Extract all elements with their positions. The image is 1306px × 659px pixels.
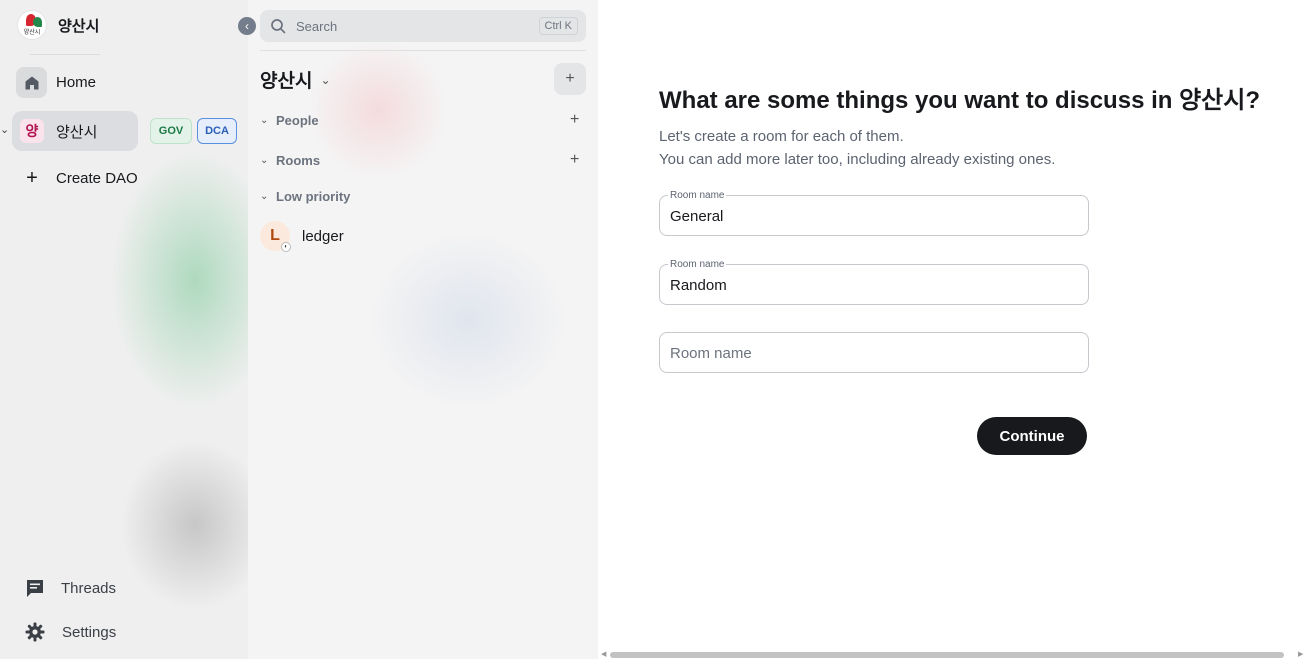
main-content: What are some things you want to discuss…	[598, 0, 1306, 659]
brand-name: 양산시	[58, 17, 100, 35]
gov-badge[interactable]: GOV	[150, 118, 192, 144]
background-blur	[120, 440, 248, 610]
search-label: Search	[296, 18, 338, 34]
brand-logo: 양산시	[17, 10, 47, 40]
space-menu-button[interactable]: 양산시 ⌄	[260, 66, 331, 93]
field-legend: Room name	[668, 190, 727, 201]
chevron-down-icon: ⌄	[260, 191, 269, 202]
sidebar-item-home[interactable]: Home	[16, 67, 96, 98]
divider	[30, 54, 100, 55]
space-name: 양산시	[56, 123, 98, 141]
background-blur	[110, 150, 248, 410]
section-low-priority-label: Low priority	[276, 189, 351, 204]
background-blur	[368, 230, 568, 410]
room-list-panel: Search Ctrl K 양산시 ⌄ + ⌄ People + ⌄ Rooms…	[248, 0, 598, 659]
brand-logo-caption: 양산시	[23, 30, 41, 36]
field-placeholder: Room name	[670, 345, 752, 362]
scroll-right-arrow[interactable]: ▶	[1298, 650, 1303, 658]
sidebar-item-space[interactable]: 양 양산시	[12, 111, 138, 151]
space-panel: 양산시 양산시 Home ⌄ 양 양산시 GOV DCA + Create DA…	[0, 0, 248, 659]
room-name: ledger	[302, 227, 344, 245]
field-value: Random	[670, 277, 727, 294]
chevron-left-icon[interactable]: ‹	[238, 17, 256, 35]
dca-badge[interactable]: DCA	[197, 118, 237, 144]
room-name-field[interactable]: Room name Random	[659, 259, 1089, 305]
avatar-letter: L	[270, 227, 280, 244]
field-legend: Room name	[668, 259, 727, 270]
list-item[interactable]: L ◐ ledger	[260, 221, 344, 252]
gear-icon	[24, 621, 46, 643]
continue-button[interactable]: Continue	[977, 417, 1087, 455]
section-rooms-label: Rooms	[276, 153, 321, 168]
space-avatar: 양	[20, 119, 44, 143]
avatar: L ◐	[260, 221, 291, 252]
room-name-field[interactable]: Room name General	[659, 190, 1089, 236]
threads-icon	[24, 577, 46, 599]
scroll-left-arrow[interactable]: ◀	[601, 650, 606, 658]
description-line: You can add more later too, including al…	[659, 151, 1056, 168]
section-rooms[interactable]: ⌄ Rooms	[260, 153, 320, 168]
room-name-field[interactable]: Room name	[659, 332, 1089, 373]
create-dao-label: Create DAO	[56, 169, 138, 187]
settings-label: Settings	[62, 623, 117, 641]
chevron-down-icon: ⌄	[260, 155, 269, 166]
section-people-label: People	[276, 113, 319, 128]
divider	[260, 50, 586, 51]
logo-petal-green	[33, 17, 42, 27]
add-person-button[interactable]: +	[570, 111, 579, 129]
page-title: What are some things you want to discuss…	[659, 87, 1260, 114]
scrollbar-thumb[interactable]	[610, 652, 1284, 658]
description-line: Let's create a room for each of them.	[659, 128, 904, 145]
search-icon	[270, 18, 286, 34]
brand-header[interactable]: 양산시 양산시	[17, 10, 99, 40]
chevron-down-icon[interactable]: ⌄	[0, 123, 9, 136]
section-low-priority[interactable]: ⌄ Low priority	[260, 189, 350, 204]
sidebar-item-settings[interactable]: Settings	[24, 621, 116, 643]
plus-icon: +	[565, 70, 575, 87]
field-value: General	[670, 208, 724, 225]
space-title: 양산시	[260, 71, 313, 92]
create-dao-button[interactable]: + Create DAO	[24, 168, 138, 188]
add-room-button[interactable]: +	[554, 63, 586, 95]
plus-icon: +	[26, 167, 38, 189]
threads-label: Threads	[61, 579, 117, 597]
chevron-down-icon: ⌄	[260, 115, 269, 126]
horizontal-scrollbar[interactable]	[610, 652, 1284, 658]
home-icon	[16, 67, 47, 98]
search-button[interactable]: Search Ctrl K	[260, 10, 586, 42]
section-people[interactable]: ⌄ People	[260, 113, 319, 128]
add-room-section-button[interactable]: +	[570, 151, 579, 169]
chevron-down-icon: ⌄	[320, 72, 331, 87]
sidebar-item-threads[interactable]: Threads	[24, 577, 116, 599]
sidebar-item-home-label: Home	[56, 74, 97, 91]
background-blur	[308, 40, 448, 180]
search-shortcut: Ctrl K	[538, 17, 578, 35]
public-room-icon: ◐	[281, 242, 291, 252]
